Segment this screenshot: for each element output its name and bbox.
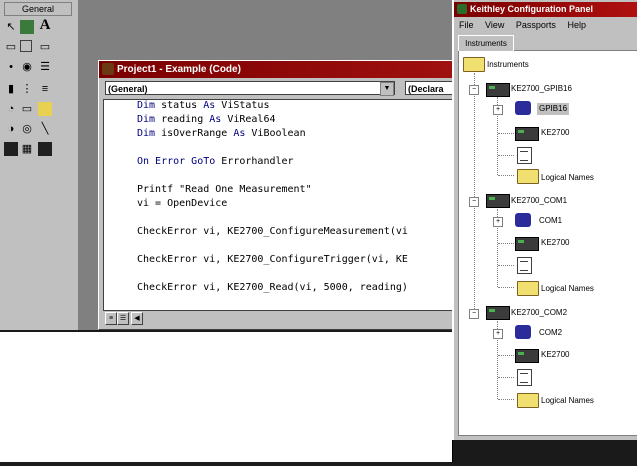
procedure-combo[interactable]: (Declara [405, 81, 453, 95]
vb-module-icon [102, 63, 114, 75]
code-editor[interactable]: Dim status As ViStatus Dim reading As Vi… [103, 99, 453, 311]
code-line: CheckError vi, KE2700_Read(vi, 5000, rea… [137, 282, 408, 293]
tree-interface[interactable]: COM2 [539, 327, 562, 339]
code-line: CheckError vi, KE2700_ConfigureMeasureme… [137, 226, 408, 237]
radio-tool-icon[interactable]: ◉ [20, 60, 34, 74]
frame-tool-icon[interactable]: ▭ [4, 40, 18, 54]
vscroll-tool-icon[interactable]: ⋮ [20, 82, 34, 96]
expand-toggle[interactable]: + [493, 105, 503, 115]
document-icon [517, 147, 532, 164]
model-icon [515, 127, 539, 141]
tree-instrument[interactable]: KE2700_COM1 [511, 195, 567, 207]
tree-instrument[interactable]: KE2700_COM2 [511, 307, 567, 319]
listbox-tool-icon[interactable]: ☰ [38, 60, 52, 74]
scroll-left-icon[interactable]: ◀ [131, 312, 143, 325]
folder-icon [517, 281, 539, 296]
ole-tool-icon[interactable] [38, 142, 52, 156]
interface-plug-icon [515, 101, 531, 115]
interface-plug-icon [515, 325, 531, 339]
menu-passports[interactable]: Passports [516, 20, 556, 30]
code-window[interactable]: Project1 - Example (Code) (General) ▼ (D… [98, 60, 456, 330]
document-icon [517, 369, 532, 386]
blank-area [0, 332, 453, 462]
tree-model[interactable]: KE2700 [541, 237, 569, 249]
model-icon [515, 237, 539, 251]
menu-view[interactable]: View [485, 20, 504, 30]
keithley-title-bar[interactable]: Keithley Configuration Panel [454, 2, 637, 17]
keithley-panel: Keithley Configuration Panel File View P… [452, 0, 637, 440]
pointer-tool-icon[interactable]: ↖ [4, 20, 18, 34]
code-line: vi = OpenDevice [137, 198, 228, 209]
menu-help[interactable]: Help [567, 20, 586, 30]
tree-logical-names[interactable]: Logical Names [541, 172, 594, 184]
tree-root-label[interactable]: Instruments [487, 59, 529, 71]
tree-logical-names[interactable]: Logical Names [541, 283, 594, 295]
code-line: On Error GoTo Errorhandler [137, 156, 294, 167]
full-module-view-icon[interactable]: ☰ [117, 312, 129, 325]
drive-tool-icon[interactable]: ▭ [20, 102, 34, 116]
chevron-down-icon[interactable]: ▼ [380, 82, 394, 96]
line-tool-icon[interactable]: ╲ [38, 122, 52, 136]
interface-plug-icon [515, 213, 531, 227]
checkbox-tool-icon[interactable] [20, 40, 32, 52]
horizontal-scrollbar[interactable]: ≡ ☰ ◀ [103, 311, 451, 325]
instrument-icon [486, 83, 510, 97]
code-line: Printf "Read One Measurement" [137, 184, 312, 195]
folder-tool-icon[interactable] [38, 102, 52, 116]
tree-instrument[interactable]: KE2700_GPIB16 [511, 83, 572, 95]
tree-model[interactable]: KE2700 [541, 349, 569, 361]
data-tool-icon[interactable]: ▦ [20, 142, 34, 156]
keithley-app-icon [457, 4, 467, 14]
folder-icon [517, 393, 539, 408]
procedure-view-icon[interactable]: ≡ [105, 312, 117, 325]
code-line: Dim isOverRange As ViBoolean [137, 128, 306, 139]
option-tool-icon[interactable]: • [4, 60, 18, 74]
code-line: Dim reading As ViReal64 [137, 114, 276, 125]
instrument-icon [486, 194, 510, 208]
code-line: Dim status As ViStatus [137, 100, 270, 111]
instrument-icon [486, 306, 510, 320]
tree-logical-names[interactable]: Logical Names [541, 395, 594, 407]
folder-icon [463, 57, 485, 72]
tree-interface[interactable]: GPIB16 [537, 103, 570, 115]
shape-tool-icon[interactable]: ◎ [20, 122, 34, 136]
collapse-toggle[interactable]: − [469, 85, 479, 95]
label-tool-icon[interactable]: A [38, 18, 52, 33]
code-window-title[interactable]: Project1 - Example (Code) [99, 61, 455, 78]
image-tool-icon[interactable] [4, 142, 18, 156]
command-button-tool-icon[interactable]: ▭ [38, 40, 52, 54]
expand-toggle[interactable]: + [493, 329, 503, 339]
combobox-tool-icon[interactable]: ≡ [38, 82, 52, 96]
tab-instruments[interactable]: Instruments [458, 35, 514, 51]
expand-toggle[interactable]: + [493, 217, 503, 227]
object-combo[interactable]: (General) ▼ [105, 81, 395, 96]
code-line: CheckError vi, KE2700_ConfigureTrigger(v… [137, 254, 408, 265]
tree-interface[interactable]: COM1 [539, 215, 562, 227]
model-icon [515, 349, 539, 363]
toolbox-panel: General ↖ A ▭ ▭ • ◉ ☰ ▮ ⋮ ≡ ◔ ▭ ◑ ◎ ╲ ▦ [0, 0, 80, 330]
file-tool-icon[interactable]: ◑ [4, 122, 18, 136]
menu-file[interactable]: File [459, 20, 474, 30]
toolbox-title: General [4, 2, 72, 16]
instrument-tree[interactable]: Instruments − KE2700_GPIB16 + GPIB16 KE2… [458, 50, 637, 436]
timer-tool-icon[interactable]: ◔ [4, 102, 18, 116]
collapse-toggle[interactable]: − [469, 309, 479, 319]
folder-icon [517, 169, 539, 184]
keithley-menubar: File View Passports Help [454, 18, 637, 33]
document-icon [517, 257, 532, 274]
tree-model[interactable]: KE2700 [541, 127, 569, 139]
collapse-toggle[interactable]: − [469, 197, 479, 207]
picture-tool-icon[interactable] [20, 20, 34, 34]
hscroll-tool-icon[interactable]: ▮ [4, 82, 18, 96]
